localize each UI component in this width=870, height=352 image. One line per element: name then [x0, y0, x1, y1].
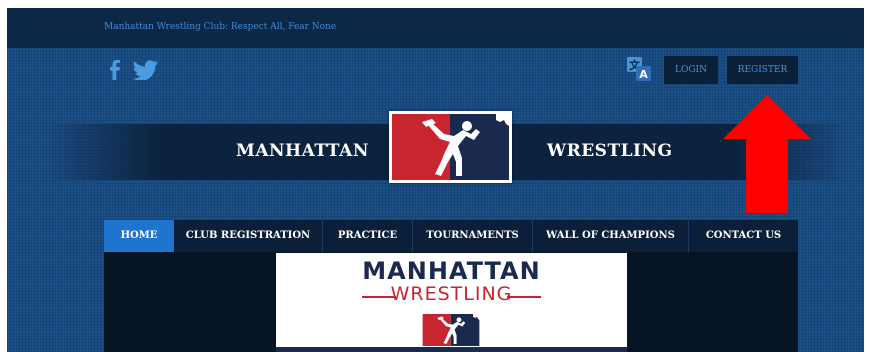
banner-bottom-strip	[276, 347, 627, 352]
nav-item-wall-of-champions[interactable]: WALL OF CHAMPIONS	[533, 220, 689, 252]
facebook-icon[interactable]	[108, 60, 122, 80]
login-button[interactable]: LOGIN	[664, 56, 718, 84]
subtitle-rule-right	[507, 296, 541, 298]
banner-logo	[422, 314, 480, 346]
brand-word-left: MANHATTAN	[236, 141, 369, 161]
translate-icon[interactable]: 文 A	[627, 57, 651, 81]
nav-item-tournaments[interactable]: TOURNAMENTS	[413, 220, 533, 252]
banner-title: MANHATTAN	[362, 257, 541, 285]
main-nav: HOME CLUB REGISTRATION PRACTICE TOURNAME…	[104, 220, 798, 252]
nav-item-contact-us[interactable]: CONTACT US	[689, 220, 798, 252]
red-arrow-annotation	[723, 95, 811, 213]
nav-item-club-registration[interactable]: CLUB REGISTRATION	[174, 220, 323, 252]
page-frame: Manhattan Wrestling Club: Respect All, F…	[7, 8, 864, 352]
site-tagline: Manhattan Wrestling Club: Respect All, F…	[104, 22, 337, 32]
top-bar: Manhattan Wrestling Club: Respect All, F…	[7, 8, 864, 48]
site-logo[interactable]	[389, 111, 512, 183]
svg-text:A: A	[639, 68, 648, 81]
nav-item-home[interactable]: HOME	[104, 220, 174, 252]
nav-item-practice[interactable]: PRACTICE	[323, 220, 413, 252]
brand-word-right: WRESTLING	[547, 141, 673, 161]
hero-banner: MANHATTAN WRESTLING	[276, 253, 627, 352]
register-button[interactable]: REGISTER	[727, 56, 798, 84]
banner-subtitle: WRESTLING	[390, 283, 513, 305]
twitter-icon[interactable]	[133, 60, 159, 80]
